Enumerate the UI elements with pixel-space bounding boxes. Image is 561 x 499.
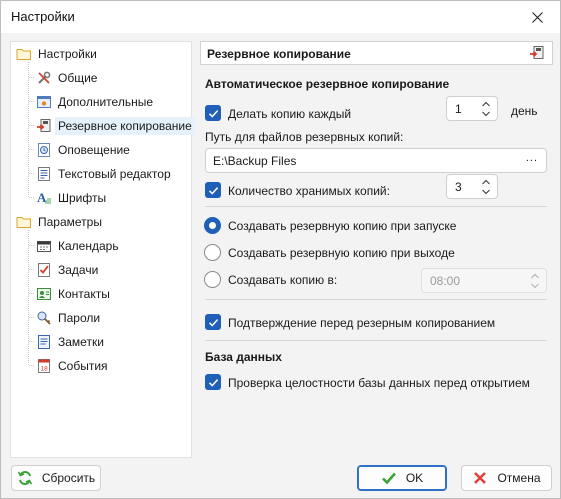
confirm-backup-label: Подтверждение перед резерным копирование…	[228, 316, 496, 330]
spinner-arrows-icon	[482, 101, 490, 117]
text-editor-icon	[38, 167, 50, 181]
backup-at-time-radio[interactable]	[204, 271, 221, 288]
panel-header: Резервное копирование	[200, 41, 553, 65]
keep-copies-spinner[interactable]: 3	[446, 174, 498, 199]
tree-item-label: Пароли	[58, 311, 101, 325]
tree-item-backup[interactable]: Резервное копирование	[36, 115, 195, 137]
notification-icon	[38, 143, 50, 157]
refresh-icon	[17, 470, 33, 486]
tree-item-text-editor[interactable]: Текстовый редактор	[36, 163, 171, 185]
svg-text:18: 18	[41, 366, 49, 373]
reset-button[interactable]: Сбросить	[11, 465, 101, 491]
ok-button-label: OK	[405, 471, 424, 485]
ok-button[interactable]: OK	[357, 465, 447, 491]
tree-item-label: Общие	[58, 71, 98, 85]
tree-item-label: Заметки	[58, 335, 104, 349]
tree-item-label: Календарь	[58, 239, 119, 253]
tree-item-label: Задачи	[58, 263, 99, 277]
backup-time-spinner[interactable]: 08:00	[421, 268, 547, 293]
notes-icon	[38, 335, 50, 349]
close-icon	[531, 11, 543, 23]
integrity-check-checkbox[interactable]	[205, 374, 221, 390]
tree-item-label: Дополнительные	[58, 95, 153, 109]
make-copy-checkbox[interactable]	[205, 105, 221, 121]
tree-item-passwords[interactable]: Пароли	[36, 307, 100, 329]
spinner-arrows-icon	[531, 273, 539, 289]
backup-path-label: Путь для файлов резервных копий:	[205, 130, 404, 144]
backup-icon	[37, 119, 51, 132]
tree-group-label: Настройки	[38, 47, 97, 61]
backup-icon	[530, 46, 544, 59]
folder-icon	[16, 217, 31, 228]
copy-interval-spinner[interactable]: 1	[446, 96, 498, 121]
backup-on-start-radio[interactable]	[204, 217, 221, 234]
backup-at-time-label: Создавать копию в:	[228, 273, 338, 287]
make-copy-label: Делать копию каждый	[228, 107, 352, 121]
tree-item-fonts[interactable]: A Шрифты	[36, 187, 106, 209]
database-section-title: База данных	[205, 350, 282, 364]
checkmark-icon	[208, 109, 218, 118]
tree-item-label: События	[58, 359, 108, 373]
settings-dialog: Настройки Настройки Общие Дополнительные…	[0, 0, 561, 499]
tree-item-label: Оповещение	[58, 143, 130, 157]
tree-item-label: Шрифты	[58, 191, 107, 205]
tree-item-label: Контакты	[58, 287, 110, 301]
checkmark-icon	[208, 378, 218, 387]
settings-tree: Настройки Общие Дополнительные Резервное…	[10, 41, 195, 458]
backup-path-field[interactable]: E:\Backup Files ...	[205, 148, 547, 173]
tree-group-parameters[interactable]: Параметры	[16, 211, 102, 233]
backup-settings-panel: Резервное копирование Автоматическое рез…	[200, 41, 553, 458]
browse-button[interactable]: ...	[526, 152, 538, 164]
tree-item-events[interactable]: 18 События	[36, 355, 108, 377]
cross-icon	[474, 472, 487, 484]
title-bar: Настройки	[1, 1, 560, 33]
tree-group-settings[interactable]: Настройки	[16, 43, 97, 65]
auto-backup-section-title: Автоматическое резервное копирование	[205, 77, 450, 91]
checkmark-icon	[381, 472, 396, 485]
backup-on-exit-radio[interactable]	[204, 244, 221, 261]
tree-group-label: Параметры	[38, 215, 102, 229]
tree-item-tasks[interactable]: Задачи	[36, 259, 98, 281]
cancel-button[interactable]: Отмена	[461, 465, 552, 491]
passwords-icon	[37, 311, 51, 325]
checkmark-icon	[208, 318, 218, 327]
tree-item-label: Резервное копирование	[55, 117, 195, 135]
separator	[205, 340, 547, 341]
checkmark-icon	[208, 186, 218, 195]
copy-interval-value: 1	[455, 102, 462, 116]
font-icon: A	[37, 190, 51, 205]
folder-icon	[16, 49, 31, 60]
wrench-icon	[38, 71, 51, 84]
confirm-backup-checkbox[interactable]	[205, 314, 221, 330]
separator	[205, 206, 547, 207]
backup-on-start-label: Создавать резервную копию при запуске	[228, 219, 457, 233]
settings-window-icon	[37, 96, 51, 108]
keep-copies-label: Количество хранимых копий:	[228, 184, 390, 198]
tree-item-notes[interactable]: Заметки	[36, 331, 104, 353]
contacts-icon	[37, 288, 51, 300]
close-button[interactable]	[514, 1, 560, 33]
tree-item-label: Текстовый редактор	[58, 167, 171, 181]
backup-time-value: 08:00	[430, 274, 461, 288]
tree-item-general[interactable]: Общие	[36, 67, 97, 89]
integrity-check-label: Проверка целостности базы данных перед о…	[228, 376, 530, 390]
tree-item-contacts[interactable]: Контакты	[36, 283, 110, 305]
spinner-arrows-icon	[482, 179, 490, 195]
window-title: Настройки	[11, 9, 75, 24]
backup-on-exit-label: Создавать резервную копию при выходе	[228, 246, 455, 260]
backup-path-value: E:\Backup Files	[213, 154, 297, 168]
tasks-icon	[38, 263, 50, 277]
keep-copies-checkbox[interactable]	[205, 182, 221, 198]
panel-title: Резервное копирование	[207, 47, 351, 61]
cancel-button-label: Отмена	[497, 471, 541, 485]
events-icon: 18	[38, 359, 50, 373]
copy-interval-unit: день	[511, 104, 538, 118]
reset-button-label: Сбросить	[41, 471, 96, 485]
separator	[205, 299, 547, 300]
tree-item-calendar[interactable]: Календарь	[36, 235, 119, 257]
keep-copies-value: 3	[455, 180, 462, 194]
calendar-icon	[37, 241, 51, 252]
tree-item-advanced[interactable]: Дополнительные	[36, 91, 153, 113]
tree-item-notification[interactable]: Оповещение	[36, 139, 130, 161]
